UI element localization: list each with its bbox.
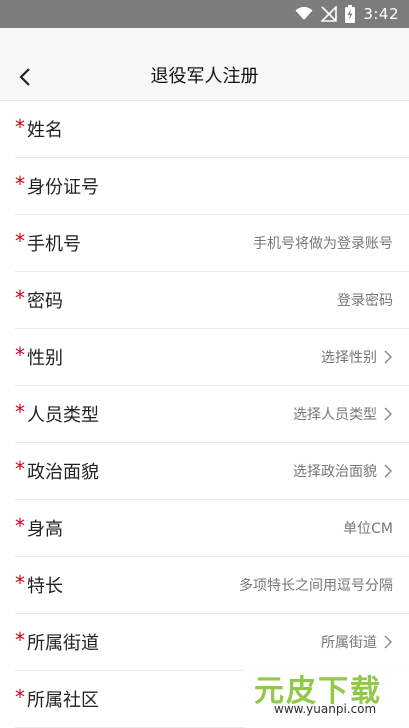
form-row-person-type[interactable]: * 人员类型 选择人员类型 <box>15 386 409 443</box>
wifi-icon <box>295 7 313 20</box>
form-row-password[interactable]: * 密码 登录密码 <box>15 272 409 329</box>
required-marker: * <box>15 343 25 367</box>
form-row-phone[interactable]: * 手机号 手机号将做为登录账号 <box>15 215 409 272</box>
chevron-right-icon <box>384 407 392 421</box>
field-label: * 密码 <box>15 286 63 313</box>
height-input[interactable]: 单位CM <box>343 500 393 556</box>
field-label: * 人员类型 <box>15 400 99 427</box>
field-placeholder: 单位CM <box>343 521 393 537</box>
required-marker: * <box>15 400 25 424</box>
field-placeholder: 登录密码 <box>337 293 393 309</box>
required-marker: * <box>15 457 25 481</box>
field-label-text: 人员类型 <box>27 405 99 426</box>
registration-form: * 姓名 * 身份证号 * 手机号 手机号将做为登录账号 * 密码 登录密码 *… <box>0 101 409 728</box>
field-label-text: 政治面貌 <box>27 462 99 483</box>
form-row-specialty[interactable]: * 特长 多项特长之间用逗号分隔 <box>15 557 409 614</box>
field-label: * 身份证号 <box>15 172 99 199</box>
field-label-text: 密码 <box>27 291 63 312</box>
required-marker: * <box>15 286 25 310</box>
gender-select[interactable]: 选择性别 <box>321 329 393 385</box>
field-label-text: 手机号 <box>27 234 81 255</box>
form-row-gender[interactable]: * 性别 选择性别 <box>15 329 409 386</box>
watermark-url: www.yuanpi.com <box>274 702 377 716</box>
field-label: * 手机号 <box>15 229 81 256</box>
page-title: 退役军人注册 <box>150 66 259 87</box>
field-placeholder: 所属街道 <box>321 635 377 651</box>
no-signal-icon <box>321 6 338 22</box>
field-placeholder: 选择性别 <box>321 350 377 366</box>
password-input[interactable]: 登录密码 <box>337 272 393 328</box>
field-label: * 特长 <box>15 571 63 598</box>
chevron-right-icon <box>384 635 392 649</box>
status-icons: 3:42 <box>295 4 399 24</box>
required-marker: * <box>15 172 25 196</box>
field-label: * 姓名 <box>15 115 63 142</box>
required-marker: * <box>15 514 25 538</box>
app-header: 退役军人注册 <box>0 28 409 101</box>
required-marker: * <box>15 229 25 253</box>
phone-input[interactable]: 手机号将做为登录账号 <box>253 215 393 271</box>
political-status-select[interactable]: 选择政治面貌 <box>293 443 393 499</box>
form-row-political-status[interactable]: * 政治面貌 选择政治面貌 <box>15 443 409 500</box>
field-label-text: 所属街道 <box>27 633 99 654</box>
specialty-input[interactable]: 多项特长之间用逗号分隔 <box>239 557 393 613</box>
field-label-text: 特长 <box>27 576 63 597</box>
field-placeholder: 选择政治面貌 <box>293 464 377 480</box>
required-marker: * <box>15 571 25 595</box>
field-label: * 政治面貌 <box>15 457 99 484</box>
status-bar: 3:42 <box>0 0 409 28</box>
form-row-name[interactable]: * 姓名 <box>15 101 409 158</box>
form-row-height[interactable]: * 身高 单位CM <box>15 500 409 557</box>
status-time: 3:42 <box>363 5 399 23</box>
field-label-text: 性别 <box>27 348 63 369</box>
field-label-text: 身份证号 <box>27 177 99 198</box>
watermark-logo: 元皮下载 www.yuanpi.com <box>244 658 409 728</box>
chevron-right-icon <box>384 350 392 364</box>
chevron-right-icon <box>384 464 392 478</box>
field-label: * 性别 <box>15 343 63 370</box>
required-marker: * <box>15 115 25 139</box>
required-marker: * <box>15 628 25 652</box>
required-marker: * <box>15 685 25 709</box>
field-label-text: 身高 <box>27 519 63 540</box>
field-placeholder: 选择人员类型 <box>293 407 377 423</box>
battery-charging-icon <box>345 5 356 23</box>
field-label: * 所属社区 <box>15 685 99 712</box>
field-placeholder: 手机号将做为登录账号 <box>253 236 393 252</box>
field-label: * 身高 <box>15 514 63 541</box>
form-row-id-number[interactable]: * 身份证号 <box>15 158 409 215</box>
field-label: * 所属街道 <box>15 628 99 655</box>
field-label-text: 所属社区 <box>27 690 99 711</box>
field-label-text: 姓名 <box>27 120 63 141</box>
person-type-select[interactable]: 选择人员类型 <box>293 386 393 442</box>
field-placeholder: 多项特长之间用逗号分隔 <box>239 578 393 594</box>
